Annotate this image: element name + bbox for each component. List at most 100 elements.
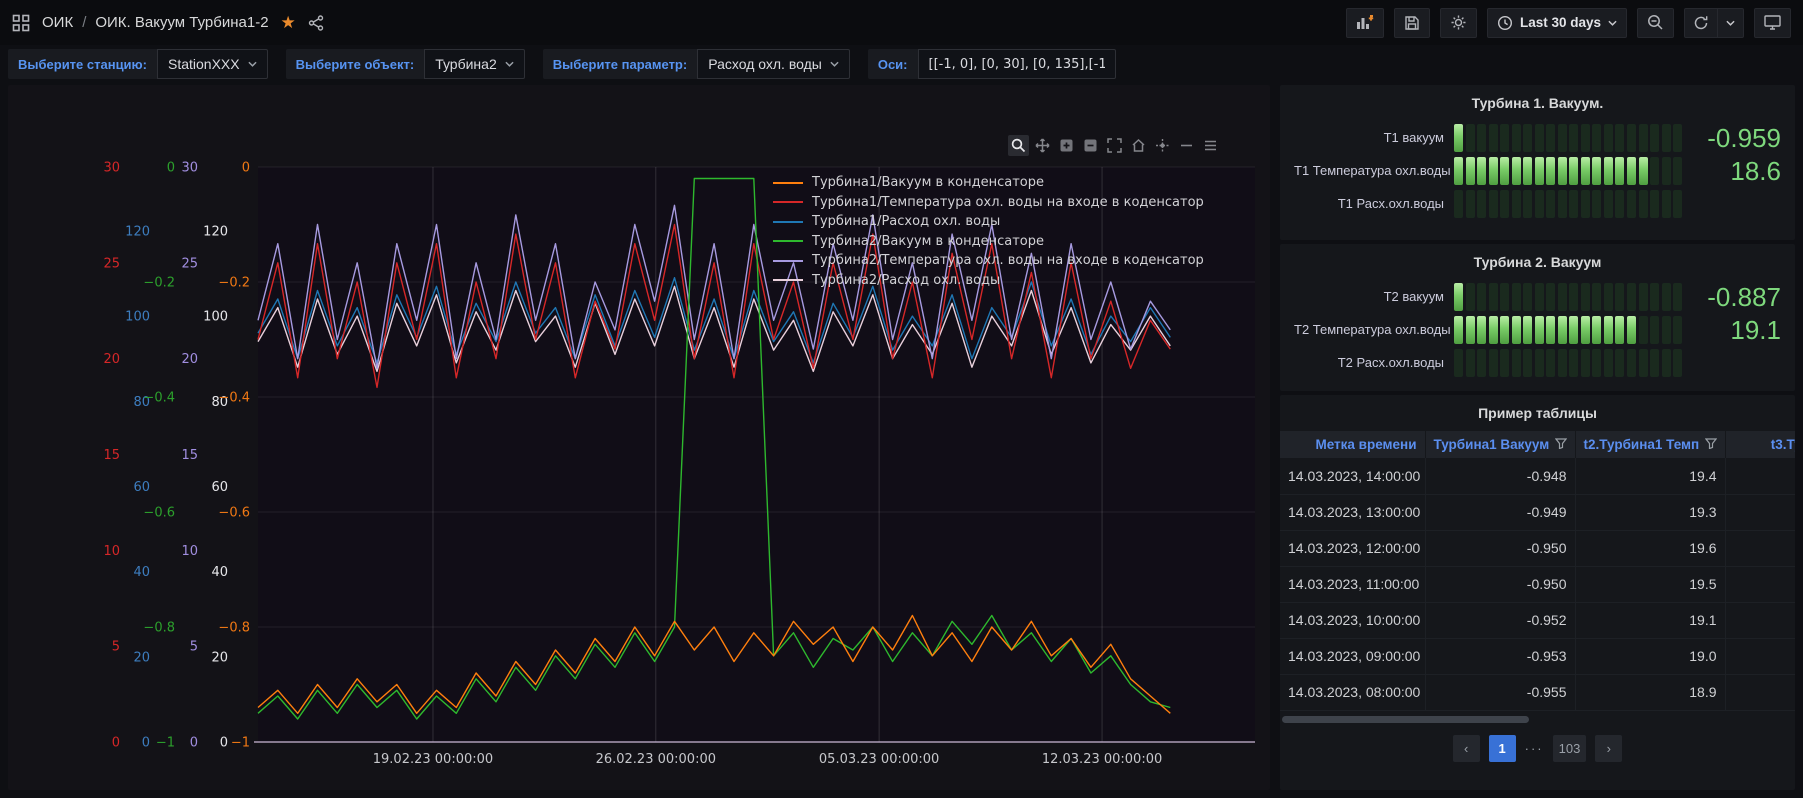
gauge-cell — [1500, 283, 1509, 311]
zoom-in-icon[interactable] — [1056, 135, 1077, 156]
legend-item[interactable]: Турбина2/Температура охл. воды на входе … — [773, 251, 1204, 271]
time-range-label: Last 30 days — [1520, 15, 1601, 30]
pagination-ellipsis[interactable]: ··· — [1525, 741, 1544, 756]
y-axis-tick-label-vac-t1: −0.6 — [218, 506, 250, 521]
autoscale-icon[interactable] — [1104, 135, 1125, 156]
gauge-cell — [1466, 316, 1475, 344]
table-cell: 19.4 — [1575, 458, 1725, 494]
table-row[interactable]: 14.03.2023, 08:00:00-0.95518.9 — [1280, 674, 1795, 710]
y-axis-tick-label-flow-t2: 120 — [203, 224, 228, 239]
lcd-gauge — [1454, 190, 1682, 218]
filter-funnel-icon[interactable] — [1705, 438, 1717, 449]
table-row[interactable]: 14.03.2023, 11:00:00-0.95019.5 — [1280, 566, 1795, 602]
table-row[interactable]: 14.03.2023, 12:00:00-0.95019.6 — [1280, 530, 1795, 566]
table-column-header[interactable]: Турбина1 Вакуум — [1425, 431, 1575, 458]
chevron-down-icon — [830, 61, 839, 67]
gauge-value: -0.887 — [1682, 282, 1781, 312]
axes-input[interactable] — [929, 57, 1105, 72]
y-axis-tick-label-vac-t2: −1 — [156, 736, 175, 751]
axes-input-box — [918, 49, 1116, 79]
y-axis-tick-label-flow-t1: 60 — [133, 480, 150, 495]
reset-axes-home-icon[interactable] — [1128, 135, 1149, 156]
pagination-next-button[interactable]: › — [1595, 735, 1622, 762]
legend-item[interactable]: Турбина1/Расход охл. воды — [773, 212, 1204, 232]
gauge-cell — [1639, 124, 1648, 152]
gauge-cell — [1581, 124, 1590, 152]
filter-funnel-icon[interactable] — [1555, 438, 1567, 449]
plot-modebar — [1008, 135, 1221, 156]
refresh-interval-dropdown[interactable] — [1717, 9, 1743, 37]
legend-item[interactable]: Турбина2/Вакуум в конденсаторе — [773, 232, 1204, 252]
breadcrumb-root[interactable]: ОИК — [42, 14, 73, 31]
save-dashboard-button[interactable] — [1394, 8, 1430, 38]
parameter-filter-dropdown[interactable]: Расход охл. воды — [697, 49, 850, 79]
station-filter-dropdown[interactable]: StationXXX — [157, 49, 268, 79]
share-icon[interactable] — [308, 15, 324, 31]
gauge-cell — [1500, 124, 1509, 152]
gauge-cell — [1639, 157, 1648, 185]
legend-item[interactable]: Турбина1/Температура охл. воды на входе … — [773, 193, 1204, 213]
gauge-cell — [1569, 124, 1578, 152]
legend-label: Турбина2/Вакуум в конденсаторе — [812, 234, 1044, 249]
pagination-page-1[interactable]: 1 — [1489, 735, 1516, 762]
gauge-cell — [1558, 316, 1567, 344]
gauge-cell — [1673, 283, 1682, 311]
dashboard-settings-button[interactable] — [1440, 8, 1477, 38]
zoom-out-icon[interactable] — [1080, 135, 1101, 156]
y-axis-tick-label-flow-t2: 40 — [211, 565, 228, 580]
timeseries-chart-panel: 19.02.23 00:00:0026.02.23 00:00:0005.03.… — [8, 85, 1270, 790]
table-cell: -0.949 — [1425, 494, 1575, 530]
time-range-picker[interactable]: Last 30 days — [1487, 8, 1627, 38]
gauge-cell — [1466, 124, 1475, 152]
pagination-prev-button[interactable]: ‹ — [1453, 735, 1480, 762]
table-horizontal-scrollbar[interactable] — [1280, 716, 1795, 723]
favorite-star-icon[interactable]: ★ — [281, 13, 296, 33]
gauge-cell — [1569, 316, 1578, 344]
gauge-cell — [1500, 316, 1509, 344]
gauge-cell — [1558, 124, 1567, 152]
apps-grid-icon[interactable] — [12, 14, 30, 32]
add-panel-button[interactable] — [1346, 8, 1384, 38]
kiosk-mode-button[interactable] — [1754, 8, 1791, 38]
y-axis-tick-label-temp-t1: 0 — [112, 736, 120, 751]
table-column-header[interactable]: t2.Турбина1 Темп — [1575, 431, 1725, 458]
pagination-page-103[interactable]: 103 — [1553, 735, 1587, 762]
gauge-cell — [1477, 124, 1486, 152]
y-axis-tick-label-temp-t1: 25 — [103, 256, 120, 271]
table-row[interactable]: 14.03.2023, 14:00:00-0.94819.4 — [1280, 458, 1795, 494]
compare-hover-icon[interactable] — [1176, 135, 1197, 156]
zoom-out-time-button[interactable] — [1637, 8, 1674, 38]
object-filter-dropdown[interactable]: Турбина2 — [424, 49, 525, 79]
scrollbar-thumb[interactable] — [1282, 716, 1529, 723]
y-axis-tick-label-temp-t1: 20 — [103, 352, 120, 367]
gauge-cell — [1592, 349, 1601, 377]
refresh-button[interactable] — [1685, 9, 1717, 37]
table-row[interactable]: 14.03.2023, 10:00:00-0.95219.1 — [1280, 602, 1795, 638]
table-cell: 19.3 — [1575, 494, 1725, 530]
breadcrumb-current[interactable]: ОИК. Вакуум Турбина1-2 — [95, 14, 268, 31]
gauge-cell — [1512, 190, 1521, 218]
gauge-cell — [1673, 124, 1682, 152]
zoom-tool-icon[interactable] — [1008, 135, 1029, 156]
station-filter-label: Выберите станцию: — [8, 49, 157, 79]
table-row[interactable]: 14.03.2023, 09:00:00-0.95319.0 — [1280, 638, 1795, 674]
show-closest-hover-icon[interactable] — [1152, 135, 1173, 156]
panel-title: Турбина 1. Вакуум. — [1280, 85, 1795, 111]
y-axis-tick-label-vac-t1: −0.8 — [218, 621, 250, 636]
table-column-header[interactable]: Метка времени — [1280, 431, 1425, 458]
table-row[interactable]: 14.03.2023, 13:00:00-0.94919.3 — [1280, 494, 1795, 530]
legend-item[interactable]: Турбина1/Вакуум в конденсаторе — [773, 173, 1204, 193]
gauge-cell — [1662, 124, 1671, 152]
top-navigation-bar: ОИК / ОИК. Вакуум Турбина1-2 ★ — [0, 0, 1803, 45]
table-column-header[interactable]: t3.Турби — [1725, 431, 1795, 458]
toggle-spikelines-icon[interactable] — [1200, 135, 1221, 156]
object-filter: Выберите объект: Турбина2 — [286, 49, 525, 79]
parameter-filter: Выберите параметр: Расход охл. воды — [543, 49, 850, 79]
pan-tool-icon[interactable] — [1032, 135, 1053, 156]
gauge-cell — [1466, 190, 1475, 218]
gauge-cell — [1592, 190, 1601, 218]
chevron-down-icon — [248, 61, 257, 67]
y-axis-tick-label-vac-t2: −0.6 — [143, 506, 175, 521]
legend-item[interactable]: Турбина2/Расход охл. воды — [773, 271, 1204, 291]
gauge-cell — [1454, 316, 1463, 344]
